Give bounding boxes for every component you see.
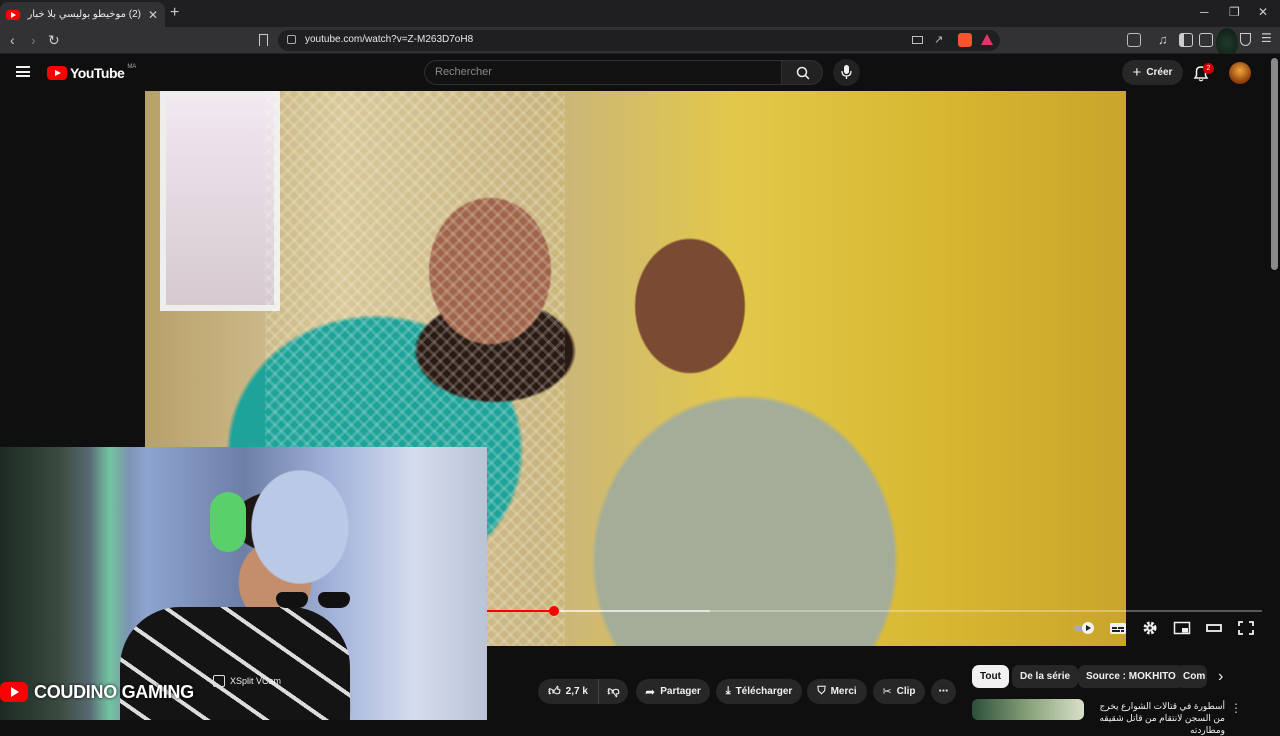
chip-series[interactable]: De la série (1012, 665, 1079, 688)
media-icon[interactable]: ♫ (1158, 32, 1168, 47)
sidebar-icon[interactable] (1179, 33, 1193, 47)
headset-earcup (210, 492, 246, 552)
scissors-icon: ✂ (882, 686, 892, 698)
cast-icon[interactable] (912, 36, 923, 44)
thumbs-down-icon: 👎︎ (607, 684, 620, 698)
brave-shield-icon[interactable] (958, 33, 972, 47)
autoplay-toggle[interactable] (1073, 620, 1097, 636)
like-count: 2,7 k (565, 686, 588, 697)
thumbs-up-icon: 👍︎ (548, 684, 561, 698)
streamer-brand-banner: COUDINO GAMING (0, 680, 194, 704)
youtube-wordmark: YouTube (70, 65, 125, 81)
xsplit-label: XSplit VCam (230, 676, 282, 686)
create-label: Créer (1146, 67, 1173, 78)
chip-source[interactable]: Source : MOKHITO (1078, 665, 1184, 688)
new-tab-button[interactable]: + (170, 5, 179, 21)
brave-rewards-icon[interactable] (981, 34, 993, 45)
sunglasses (276, 592, 354, 608)
page-scrollbar[interactable] (1271, 58, 1278, 270)
subtitles-button[interactable] (1109, 620, 1127, 636)
dislike-button[interactable]: 👎︎ (598, 679, 628, 704)
browser-tab[interactable]: (2) موخيطو بوليسي بلا خبار دولة ✕ (0, 2, 165, 27)
search-button[interactable] (781, 60, 823, 85)
tab-title: (2) موخيطو بوليسي بلا خبار دولة (26, 9, 141, 20)
download-icon: ⤓ (725, 685, 731, 697)
search-input[interactable]: Rechercher (424, 60, 782, 85)
screenshot-icon[interactable] (1127, 33, 1141, 47)
share-page-icon[interactable]: ↗ (934, 33, 943, 46)
browser-tab-bar (0, 0, 1280, 27)
channel-name: COUDINO GAMING (34, 681, 194, 702)
download-button[interactable]: ⤓ Télécharger (716, 679, 802, 704)
more-dots-icon: ⋯ (938, 686, 949, 697)
menu-icon[interactable]: ☰ (1261, 31, 1272, 45)
youtube-favicon-icon (6, 9, 20, 20)
settings-icon (1143, 621, 1157, 635)
more-actions-button[interactable]: ⋯ (931, 679, 956, 704)
bookmark-icon[interactable] (259, 34, 268, 46)
theater-mode-button[interactable] (1205, 620, 1223, 636)
country-code: MA (127, 64, 137, 70)
recommended-video-thumbnail[interactable] (972, 699, 1084, 720)
autoplay-icon (1074, 622, 1094, 634)
youtube-brand-icon (0, 682, 28, 702)
restore-icon[interactable]: ❐ (1229, 5, 1240, 19)
recommended-more-icon[interactable]: ⋮ (1230, 701, 1242, 715)
miniplayer-icon (1173, 621, 1191, 635)
vpn-shield-icon[interactable] (1240, 33, 1251, 46)
voice-search-button[interactable] (833, 59, 860, 86)
forward-icon[interactable]: › (31, 32, 36, 48)
video-scene-window (160, 91, 280, 311)
like-button[interactable]: 👍︎ 2,7 k (538, 679, 598, 704)
share-label: Partager (660, 686, 701, 697)
minimize-icon[interactable]: ─ (1200, 5, 1209, 19)
reload-icon[interactable]: ↻ (48, 32, 60, 48)
share-button[interactable]: ➦ Partager (636, 679, 710, 704)
youtube-logo[interactable]: YouTube MA (47, 64, 137, 81)
fullscreen-button[interactable] (1237, 620, 1255, 636)
chip-all[interactable]: Tout (972, 665, 1009, 688)
wallet-icon[interactable] (1199, 33, 1213, 47)
thanks-button[interactable]: ⛉ Merci (807, 679, 867, 704)
guide-menu-icon[interactable] (16, 66, 30, 77)
clip-button[interactable]: ✂ Clip (873, 679, 925, 704)
download-label: Télécharger (735, 686, 793, 697)
search-icon (796, 66, 810, 80)
clip-label: Clip (896, 686, 916, 697)
site-info-icon[interactable] (287, 35, 296, 44)
xsplit-icon (213, 675, 225, 687)
close-window-icon[interactable]: ✕ (1258, 5, 1268, 19)
account-avatar[interactable] (1229, 62, 1251, 84)
notification-count-badge: 2 (1203, 63, 1214, 74)
chip-partial[interactable]: Com (1177, 665, 1207, 688)
share-icon: ➦ (645, 684, 656, 699)
progress-played (487, 610, 555, 612)
microphone-icon (841, 65, 852, 79)
subtitles-icon (1110, 623, 1126, 634)
url-text: youtube.com/watch?v=Z-M263D7oH8 (305, 34, 474, 45)
fullscreen-icon (1238, 621, 1254, 635)
back-icon[interactable]: ‹ (10, 32, 15, 48)
tab-close-icon[interactable]: ✕ (147, 8, 159, 22)
settings-button[interactable] (1141, 620, 1159, 636)
chips-next-icon[interactable]: › (1218, 668, 1223, 686)
plus-icon: + (1132, 64, 1142, 81)
miniplayer-button[interactable] (1173, 620, 1191, 636)
theater-icon (1206, 624, 1222, 632)
create-button[interactable]: + Créer (1122, 60, 1183, 85)
super-thanks-icon: ⛉ (817, 685, 826, 697)
recommended-video-title[interactable]: أسطورة في قتالات الشوارع يخرج من السجن ل… (1089, 700, 1225, 736)
youtube-play-icon (47, 66, 67, 80)
thanks-label: Merci (830, 686, 857, 697)
